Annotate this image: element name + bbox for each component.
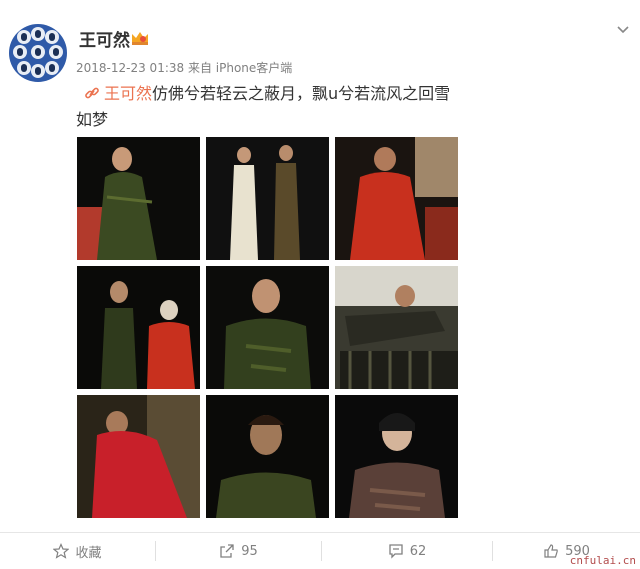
avatar[interactable]: [9, 24, 67, 82]
star-icon: [53, 543, 70, 559]
watermark: cnfulai.cn: [569, 554, 636, 567]
photo-5[interactable]: [206, 266, 329, 389]
repost-count: 95: [241, 543, 258, 559]
photo-2[interactable]: [206, 137, 329, 260]
photo-9[interactable]: [335, 395, 458, 518]
post-text-line2: 如梦: [76, 110, 109, 129]
comment-count: 62: [409, 543, 427, 559]
photo-8[interactable]: [206, 395, 329, 518]
photo-1[interactable]: [77, 137, 200, 260]
repost-icon: [220, 544, 234, 558]
favorite-button[interactable]: 收藏: [0, 533, 155, 569]
photo-grid: [77, 137, 458, 518]
photo-3[interactable]: [335, 137, 458, 260]
post-text-line1: 仿佛兮若轻云之蔽月，飘u兮若流风之回雪: [152, 84, 451, 103]
photo-7[interactable]: [77, 395, 200, 518]
link-icon: [85, 87, 99, 99]
comment-icon: [389, 544, 403, 559]
post-timestamp[interactable]: 2018-12-23 01:38 来自 iPhone客户端: [76, 59, 292, 76]
favorite-label: 收藏: [75, 545, 102, 561]
vip-badge-icon: [132, 32, 148, 45]
comment-button[interactable]: 62: [322, 533, 492, 569]
repost-button[interactable]: 95: [156, 533, 321, 569]
post-text: 王可然仿佛兮若轻云之蔽月，飘u兮若流风之回雪 如梦: [76, 81, 496, 133]
mention-link[interactable]: 王可然: [104, 84, 152, 103]
photo-4[interactable]: [77, 266, 200, 389]
username[interactable]: 王可然: [79, 26, 130, 51]
chevron-down-icon[interactable]: [616, 22, 630, 36]
like-icon: [544, 544, 558, 558]
action-bar: 收藏 95 62 590: [0, 532, 640, 569]
photo-6[interactable]: [335, 266, 458, 389]
